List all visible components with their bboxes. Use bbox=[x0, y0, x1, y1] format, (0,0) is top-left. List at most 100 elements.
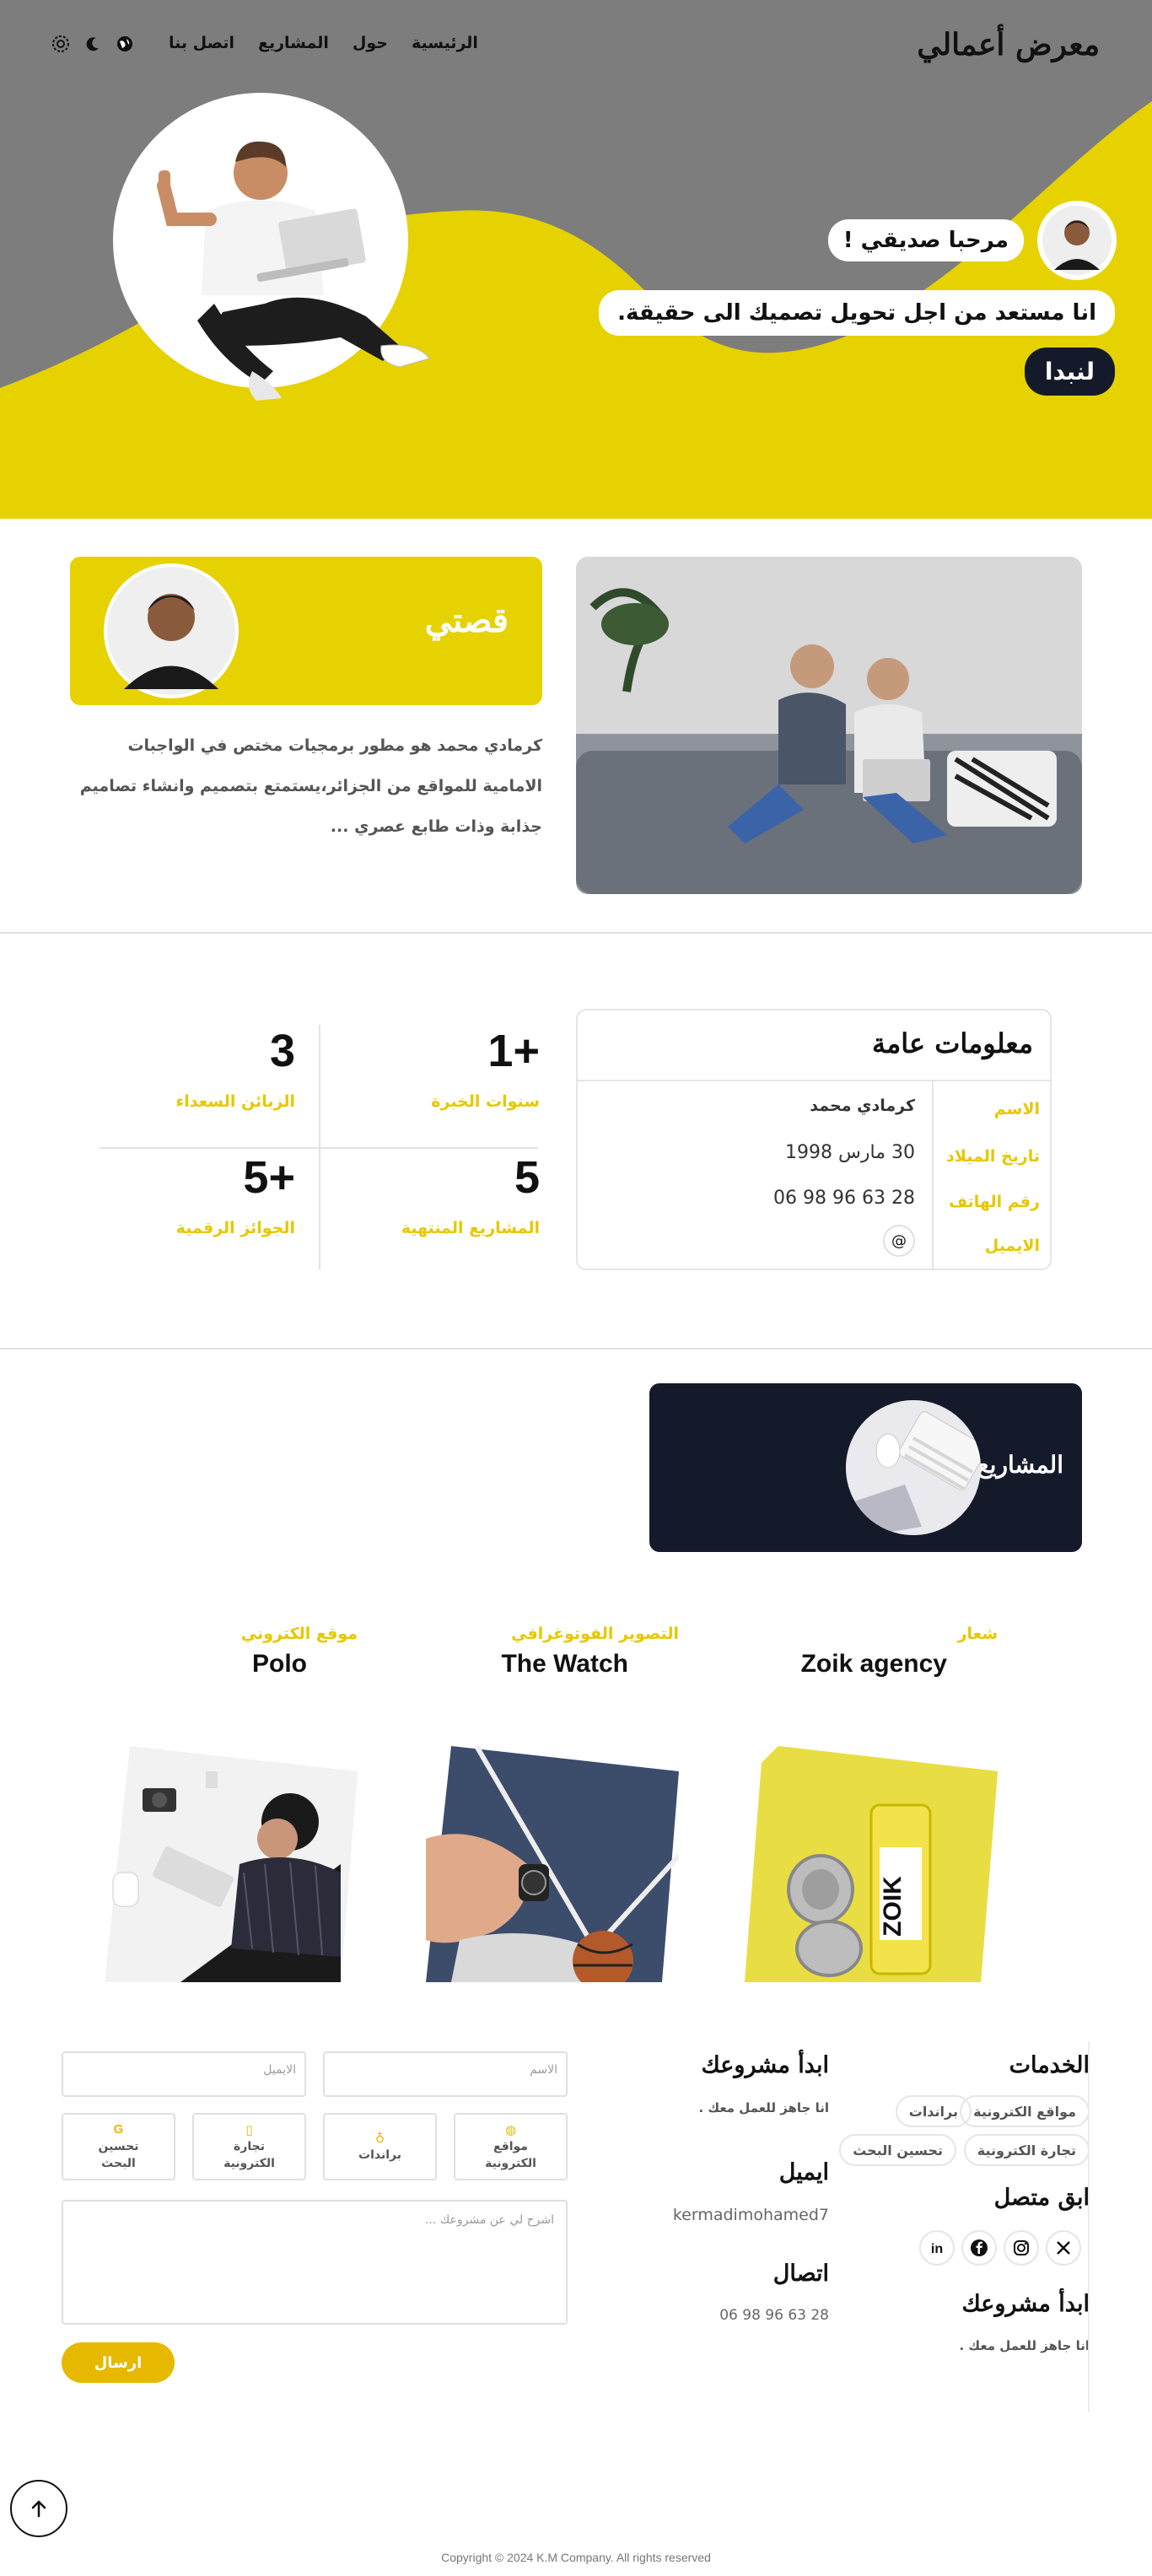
message-textarea[interactable]: اشرح لي عن مشروعك ... bbox=[62, 2200, 568, 2325]
linkedin-icon[interactable]: in bbox=[919, 2230, 955, 2266]
projects-title: المشاريع bbox=[977, 1451, 1063, 1479]
info-key: تاريخ الميلاد bbox=[946, 1147, 1040, 1166]
service-chip-brands[interactable]: براندات bbox=[895, 2095, 972, 2127]
project-category: موقع الكتروني bbox=[240, 1625, 358, 1643]
info-value: 30 مارس 1998 bbox=[785, 1142, 915, 1163]
project-card-zoik[interactable]: شعار Zoik agency ZOIK bbox=[745, 1619, 998, 1991]
option-websites[interactable]: ◍ مواقع الكترونية bbox=[454, 2113, 568, 2180]
section-divider bbox=[0, 1348, 1152, 1350]
facebook-icon[interactable] bbox=[961, 2230, 997, 2266]
story-avatar-illustration bbox=[107, 567, 235, 695]
phone-value[interactable]: 06 98 96 63 28 bbox=[719, 2307, 829, 2324]
instagram-icon[interactable] bbox=[1004, 2230, 1039, 2266]
option-seo[interactable]: G تحسين البحث bbox=[62, 2113, 175, 2180]
nav-icons bbox=[51, 34, 135, 54]
svg-text:ZOIK: ZOIK bbox=[879, 1876, 907, 1937]
stat-label: المشاريع المنتهية bbox=[401, 1219, 540, 1237]
info-divider bbox=[578, 1080, 1050, 1081]
service-chip-websites[interactable]: مواقع الكترونية bbox=[960, 2095, 1090, 2127]
projects-card: المشاريع bbox=[649, 1383, 1082, 1552]
email-input[interactable]: الايميل bbox=[62, 2051, 306, 2097]
info-row-phone: رقم الهاتف 06 98 96 63 28 bbox=[578, 1184, 1050, 1231]
globe-icon[interactable] bbox=[115, 34, 135, 54]
option-brands[interactable]: ♁ براندات bbox=[323, 2113, 437, 2180]
option-label: تجارة الكترونية bbox=[223, 2140, 275, 2170]
footer-edge-line bbox=[1088, 2041, 1090, 2412]
project-image-zoik: ZOIK bbox=[745, 1746, 998, 1982]
project-name: The Watch bbox=[501, 1650, 628, 1678]
moon-icon[interactable] bbox=[83, 34, 103, 54]
hero-portrait-circle bbox=[113, 93, 430, 401]
info-key: رقم الهاتف bbox=[949, 1193, 1040, 1211]
info-value: 06 98 96 63 28 bbox=[773, 1188, 915, 1209]
info-value: كرمادي محمد bbox=[810, 1097, 915, 1115]
avatar-illustration bbox=[1042, 206, 1112, 275]
start-button[interactable]: لنبدا bbox=[1024, 348, 1115, 396]
globe-icon: ◍ bbox=[504, 2122, 517, 2137]
general-info-card: معلومات عامة الاسم كرمادي محمد تاريخ الم… bbox=[576, 1009, 1052, 1270]
option-label: مواقع الكترونية bbox=[485, 2140, 536, 2170]
nav-projects[interactable]: المشاريع bbox=[258, 34, 329, 52]
footer-services-title: الخدمات bbox=[1009, 2052, 1090, 2078]
project-name: Zoik agency bbox=[800, 1650, 947, 1678]
hero-person-illustration bbox=[157, 141, 430, 401]
nav-links: الرئيسية حول المشاريع اتصل بنا bbox=[169, 34, 478, 52]
stat-experience: +1 سنوات الخبرة bbox=[320, 1025, 540, 1147]
svg-text:in: in bbox=[931, 2242, 943, 2256]
stats-horizontal-divider bbox=[100, 1147, 538, 1149]
google-icon: G bbox=[113, 2122, 124, 2137]
service-chip-seo[interactable]: تحسين البحث bbox=[839, 2134, 956, 2166]
info-key: الاسم bbox=[993, 1100, 1040, 1118]
phone-title: اتصال bbox=[772, 2261, 829, 2287]
option-label: براندات bbox=[358, 2148, 401, 2162]
project-card-polo[interactable]: موقع الكتروني Polo bbox=[105, 1619, 358, 1991]
info-title: معلومات عامة bbox=[872, 1027, 1033, 1059]
option-label: تحسين البحث bbox=[98, 2140, 139, 2170]
story-card: قصتي bbox=[70, 557, 542, 705]
project-image-watch bbox=[426, 1744, 679, 1982]
project-card-watch[interactable]: التصوير الفوتوغرافي The Watch bbox=[426, 1619, 679, 1991]
copyright-text: Copyright © 2024 K.M Company. All rights… bbox=[441, 2551, 711, 2564]
project-image-polo bbox=[105, 1746, 358, 1982]
info-row-birthdate: تاريخ الميلاد 30 مارس 1998 bbox=[578, 1139, 1050, 1185]
stat-awards: +5 الجوائز الرقمية bbox=[100, 1151, 319, 1274]
send-button[interactable]: ارسال bbox=[62, 2342, 175, 2383]
option-ecommerce[interactable]: ▯ تجارة الكترونية bbox=[192, 2113, 306, 2180]
start-project-subtitle: انا جاهز للعمل معك . bbox=[698, 2100, 829, 2115]
project-category: التصوير الفوتوغرافي bbox=[511, 1625, 679, 1643]
project-category: شعار bbox=[957, 1625, 998, 1643]
scroll-to-top-button[interactable] bbox=[10, 2480, 67, 2537]
info-key: الايميل bbox=[984, 1237, 1040, 1255]
stats-grid: +1 سنوات الخبرة 3 الزبائن السعداء 5 المش… bbox=[100, 1025, 540, 1269]
stat-label: سنوات الخبرة bbox=[431, 1092, 540, 1111]
nav-contact[interactable]: اتصل بنا bbox=[169, 34, 234, 52]
stat-clients: 3 الزبائن السعداء bbox=[100, 1025, 319, 1147]
x-icon[interactable] bbox=[1046, 2230, 1081, 2266]
story-avatar bbox=[104, 563, 239, 698]
settings-icon[interactable] bbox=[51, 34, 71, 54]
desk-keyboard-image bbox=[846, 1400, 981, 1535]
nav-about[interactable]: حول bbox=[353, 34, 388, 52]
email-at-icon[interactable]: @ bbox=[883, 1225, 915, 1257]
brand-logo[interactable]: معرض أعمالي bbox=[917, 27, 1100, 62]
greeting-bubble: مرحبا صديقي ! bbox=[827, 219, 1024, 261]
phone-icon: ▯ bbox=[245, 2122, 253, 2137]
stat-projects: 5 المشاريع المنتهية bbox=[320, 1151, 540, 1274]
email-title: ايميل bbox=[778, 2159, 829, 2185]
info-row-email: الايميل @ bbox=[578, 1225, 1050, 1269]
name-input[interactable]: الاسم bbox=[323, 2051, 568, 2097]
hero-avatar bbox=[1037, 201, 1117, 280]
start-project-title-2: ابدأ مشروعك bbox=[961, 2291, 1090, 2317]
email-value[interactable]: kermadimohamed7 bbox=[673, 2206, 829, 2224]
story-text: كرمادي محمد هو مطور برمجيات مختص في الوا… bbox=[79, 736, 542, 836]
stat-label: الزبائن السعداء bbox=[175, 1092, 296, 1111]
start-project-subtitle-2: انا جاهز للعمل معك . bbox=[959, 2338, 1090, 2353]
service-chip-ecommerce[interactable]: تجارة الكترونية bbox=[963, 2134, 1090, 2166]
stat-value: 3 bbox=[269, 1026, 295, 1076]
stat-value: +5 bbox=[243, 1152, 295, 1203]
nav-home[interactable]: الرئيسية bbox=[412, 34, 478, 52]
story-photo bbox=[576, 557, 1082, 894]
hero-section: معرض أعمالي الرئيسية حول المشاريع اتصل ب… bbox=[0, 0, 1152, 519]
stat-value: 5 bbox=[514, 1152, 540, 1203]
couple-sofa-photo bbox=[576, 557, 1082, 894]
